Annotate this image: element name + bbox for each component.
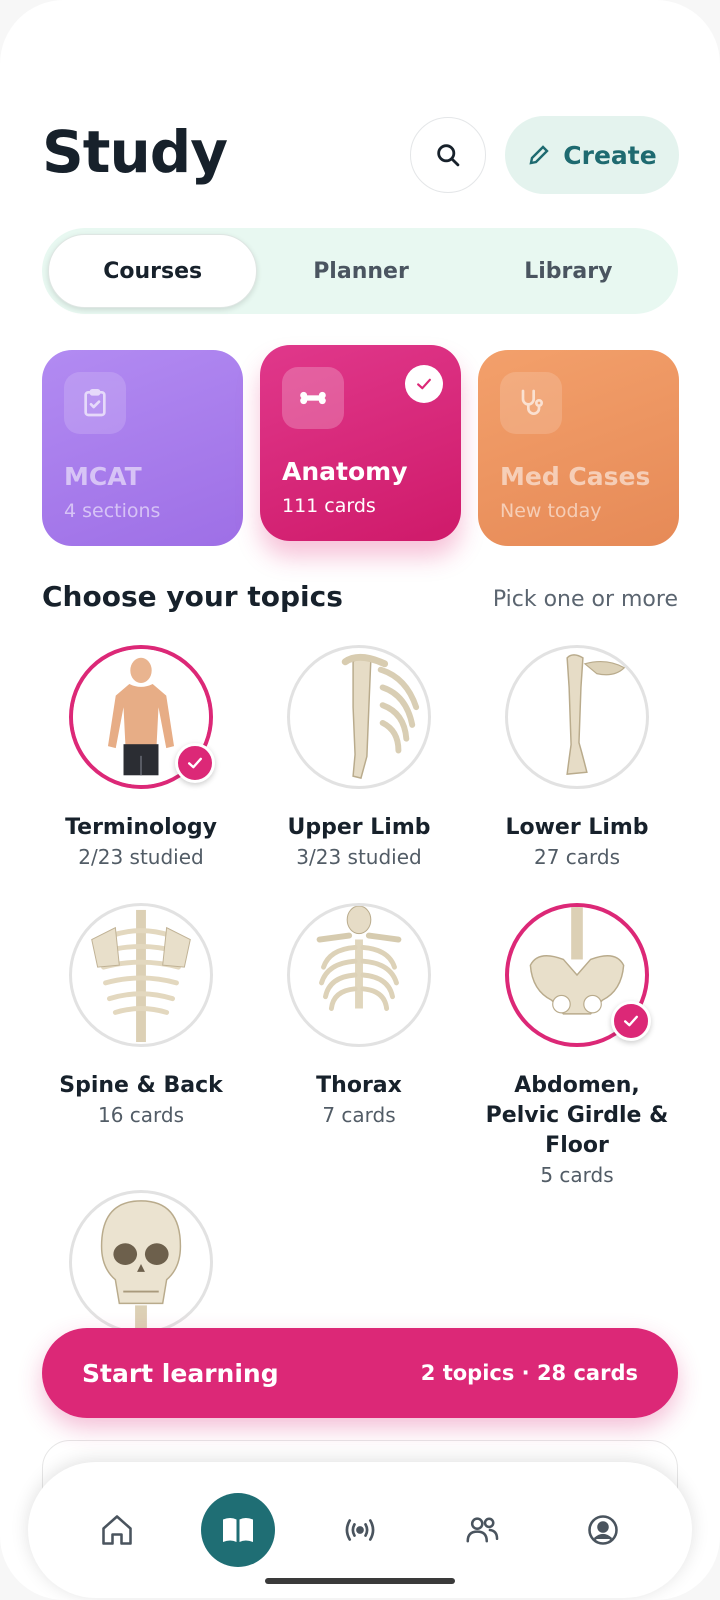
course-subtitle: 111 cards [282, 495, 376, 517]
check-icon [175, 743, 215, 783]
course-name: Anatomy [282, 457, 408, 486]
bone-icon [282, 367, 344, 429]
nav-study[interactable] [201, 1493, 276, 1567]
study-screen: Study Create Courses Planner Library MCA… [0, 0, 720, 1600]
study-tabs: Courses Planner Library [42, 228, 678, 314]
tab-planner[interactable]: Planner [257, 234, 464, 308]
home-icon [102, 1515, 132, 1545]
spine-icon [91, 909, 191, 1043]
section-title: Choose your topics [42, 580, 343, 613]
topic-image [287, 903, 431, 1047]
home-indicator[interactable] [265, 1578, 455, 1584]
open-book-icon [223, 1518, 254, 1542]
nav-community[interactable] [445, 1493, 519, 1567]
topic-spine-back[interactable]: Spine & Back 16 cards [32, 903, 250, 1127]
ribcage-icon [316, 906, 402, 1011]
clipboard-check-icon [64, 372, 126, 434]
nav-profile[interactable] [566, 1493, 640, 1567]
create-button[interactable]: Create [505, 116, 679, 194]
course-subtitle: 4 sections [64, 500, 161, 522]
tab-courses[interactable]: Courses [48, 234, 258, 308]
course-name: Med Cases [500, 462, 651, 491]
topic-image [69, 903, 213, 1047]
topic-image [69, 1190, 213, 1334]
course-card-med-cases[interactable]: Med Cases New today [478, 350, 679, 546]
topic-name: Spine & Back [59, 1073, 223, 1098]
skull-icon [100, 1200, 182, 1331]
topic-terminology[interactable]: Terminology 2/23 studied [32, 645, 250, 869]
topic-thorax[interactable]: Thorax 7 cards [250, 903, 468, 1127]
search-icon [437, 144, 460, 167]
topic-lower-limb[interactable]: Lower Limb 27 cards [468, 645, 686, 869]
topic-name: Thorax [316, 1073, 402, 1098]
course-card-anatomy[interactable]: Anatomy 111 cards [260, 345, 461, 541]
broadcast-icon [345, 1519, 375, 1541]
topic-subtitle: 5 cards [540, 1163, 614, 1187]
topic-image [505, 903, 651, 1047]
start-learning-button[interactable]: Start learning 2 topics · 28 cards [42, 1328, 678, 1418]
profile-icon [588, 1515, 618, 1545]
course-subtitle: New today [500, 500, 602, 522]
topic-image [287, 645, 431, 789]
topic-subtitle: 16 cards [97, 1103, 185, 1127]
selected-check-icon [405, 365, 443, 403]
stethoscope-icon [500, 372, 562, 434]
page-title: Study [42, 118, 228, 186]
topic-subtitle: 7 cards [322, 1103, 396, 1127]
nav-home[interactable] [80, 1493, 154, 1567]
course-card-mcat[interactable]: MCAT 4 sections [42, 350, 243, 546]
topic-name: Terminology [65, 815, 217, 840]
selection-summary: 2 topics · 28 cards [420, 1361, 638, 1385]
topic-name: Lower Limb [505, 815, 649, 840]
pencil-icon [529, 145, 549, 165]
course-name: MCAT [64, 462, 142, 491]
topic-subtitle: 2/23 studied [78, 845, 204, 869]
topic-image [69, 645, 215, 789]
search-button[interactable] [410, 117, 486, 193]
nav-live[interactable] [323, 1493, 397, 1567]
topic-image [505, 645, 649, 789]
topic-name: Upper Limb [287, 815, 431, 840]
topic-subtitle: 3/23 studied [296, 845, 422, 869]
people-icon [466, 1517, 498, 1543]
arm-bones-icon [341, 653, 420, 780]
topic-name: Abdomen, Pelvic Girdle & Floor [485, 1073, 669, 1158]
tab-library[interactable]: Library [465, 234, 672, 308]
topic-subtitle: 27 cards [533, 845, 621, 869]
topic-abdomen-pelvic[interactable]: Abdomen, Pelvic Girdle & Floor 5 cards [468, 903, 686, 1187]
check-icon [611, 1001, 651, 1041]
topic-upper-limb[interactable]: Upper Limb 3/23 studied [250, 645, 468, 869]
leg-bones-icon [566, 654, 626, 775]
section-hint: Pick one or more [492, 587, 678, 612]
start-label: Start learning [82, 1358, 279, 1388]
create-label: Create [563, 140, 657, 170]
